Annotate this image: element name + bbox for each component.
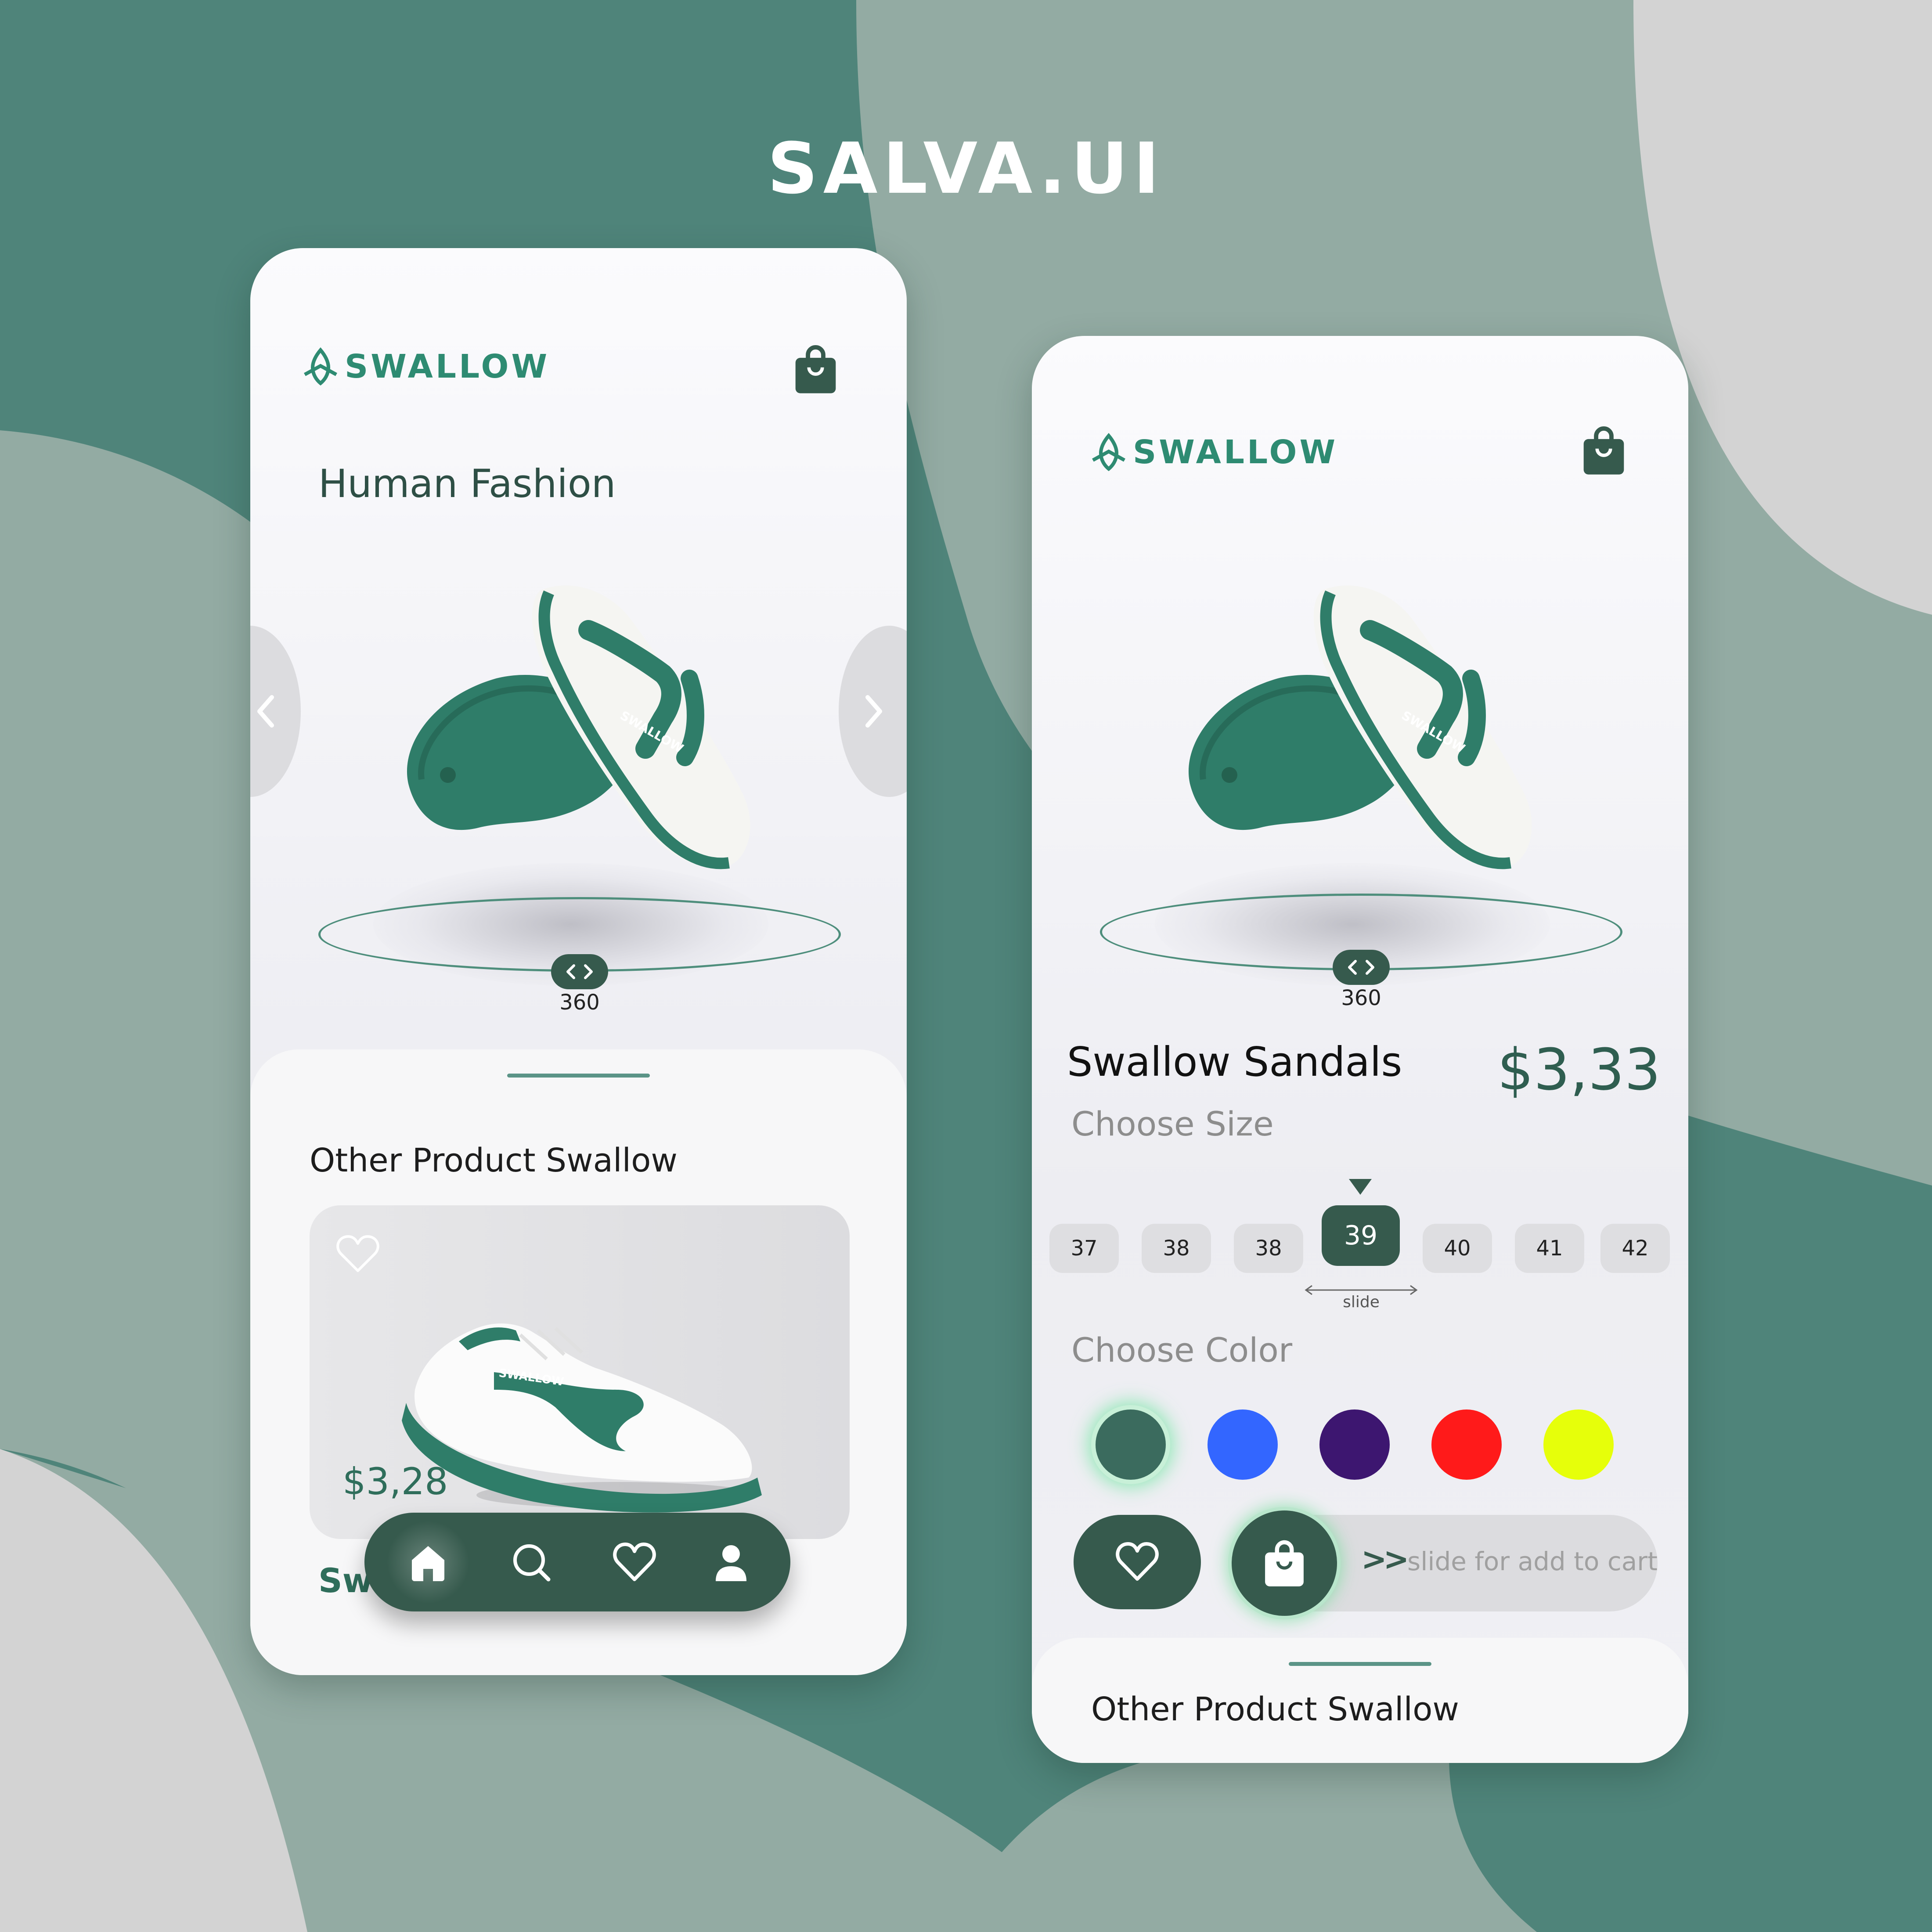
size-option[interactable]: 38 <box>1234 1224 1303 1273</box>
arrows-horizontal-icon <box>566 964 593 979</box>
chevron-right-icon <box>865 695 882 728</box>
bottom-tab-bar <box>364 1513 790 1611</box>
shopping-bag-icon <box>1265 1540 1304 1586</box>
arrows-horizontal-icon <box>1348 960 1374 975</box>
swallow-logo-icon <box>304 347 337 386</box>
sheet-handle[interactable] <box>507 1074 650 1078</box>
size-option[interactable]: 42 <box>1600 1224 1670 1273</box>
color-swatch-blue[interactable] <box>1208 1409 1278 1480</box>
rotate-360-button[interactable] <box>551 954 608 989</box>
add-to-cart-slider-knob[interactable] <box>1232 1510 1337 1616</box>
search-icon <box>513 1544 551 1582</box>
size-option[interactable]: 40 <box>1423 1224 1492 1273</box>
product-name: Swallow Sandals <box>1067 1038 1402 1085</box>
other-products-title: Other Product Swallow <box>1091 1690 1459 1728</box>
page-heading: Human Fashion <box>318 461 616 506</box>
heart-icon <box>1116 1542 1159 1581</box>
choose-color-label: Choose Color <box>1071 1330 1293 1370</box>
logo-text: SWALLOW <box>1133 433 1338 471</box>
tab-profile[interactable] <box>707 1538 755 1586</box>
swallow-logo: SWALLOW <box>301 347 550 386</box>
phone-screen-home: SWALLOW Human Fashion SWALLOW 360 Other … <box>250 248 907 1675</box>
home-icon <box>412 1546 444 1581</box>
product-card[interactable]: SWALLOW $3,28 <box>310 1205 850 1539</box>
rotate-360-label: 360 <box>1341 986 1381 1010</box>
prev-arrow-button[interactable] <box>250 626 301 797</box>
color-swatch-purple[interactable] <box>1319 1409 1390 1480</box>
add-to-cart-hint: slide for add to cart <box>1407 1546 1658 1576</box>
tab-search[interactable] <box>507 1538 555 1586</box>
shopping-bag-icon[interactable] <box>1579 424 1629 476</box>
swallow-logo-icon <box>1092 433 1125 471</box>
chevrons-right-icon: >> <box>1361 1541 1409 1577</box>
other-products-title: Other Product Swallow <box>310 1142 678 1179</box>
size-option[interactable]: 38 <box>1142 1224 1211 1273</box>
tab-favorites[interactable] <box>610 1538 659 1586</box>
selected-size-caret <box>1349 1179 1372 1195</box>
phone-screen-product-detail: SWALLOW SWALLOW 360 Swallow Sandals $3,3… <box>1032 336 1688 1763</box>
logo-text: SWALLOW <box>345 348 550 386</box>
sandals-product-image: SWALLOW <box>407 585 750 869</box>
favorite-button[interactable] <box>1074 1515 1201 1609</box>
heart-outline-icon[interactable] <box>336 1234 380 1273</box>
size-option[interactable]: 41 <box>1515 1224 1584 1273</box>
swallow-logo: SWALLOW <box>1089 433 1338 472</box>
rotate-360-button[interactable] <box>1333 950 1390 985</box>
sheet-handle[interactable] <box>1289 1662 1431 1666</box>
chevron-left-icon <box>257 695 274 728</box>
size-option-selected[interactable]: 39 <box>1322 1205 1400 1266</box>
next-arrow-button[interactable] <box>839 626 907 797</box>
rotate-360-label: 360 <box>559 990 600 1015</box>
brand-title: SALVA.UI <box>767 127 1165 209</box>
tab-home[interactable] <box>404 1538 452 1586</box>
color-swatch-yellow[interactable] <box>1543 1409 1614 1480</box>
other-products-sheet: Other Product Swallow <box>1032 1638 1688 1763</box>
product-price: $3,33 <box>1497 1036 1661 1103</box>
sandals-product-image: SWALLOW <box>1188 585 1532 869</box>
user-icon <box>716 1545 746 1581</box>
choose-size-label: Choose Size <box>1071 1104 1274 1143</box>
heart-icon <box>613 1543 656 1581</box>
color-swatch-red[interactable] <box>1431 1409 1502 1480</box>
color-swatch-green[interactable] <box>1096 1409 1166 1480</box>
shopping-bag-icon[interactable] <box>790 342 841 395</box>
size-option[interactable]: 37 <box>1049 1224 1119 1273</box>
product-price: $3,28 <box>342 1460 448 1503</box>
slide-hint: slide <box>1343 1293 1380 1311</box>
